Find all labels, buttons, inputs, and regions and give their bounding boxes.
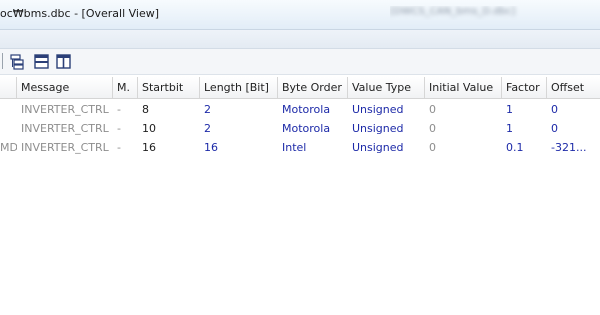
signal-name [0,119,17,138]
initial-value-cell: 0 [429,103,436,116]
startbit-cell: 16 [142,141,156,154]
col-value-type[interactable]: Value Type [348,77,425,98]
multiplexer-cell: - [117,122,121,135]
message-cell: INVERTER_CTRL [21,141,109,154]
length-cell: 2 [204,103,211,116]
window-title: oc₩bms.dbc - [Overall View] [0,7,160,20]
length-cell: 16 [204,141,218,154]
signal-name: MD [0,141,17,154]
offset-cell: -321... [551,141,587,154]
value-type-cell: Unsigned [352,141,404,154]
factor-cell: 1 [506,103,513,116]
horizontal-split-icon[interactable] [33,53,50,70]
byte-order-cell: Motorola [282,122,331,135]
offset-cell: 0 [551,122,558,135]
factor-cell: 1 [506,122,513,135]
col-message[interactable]: Message [17,77,113,98]
col-factor[interactable]: Factor [502,77,547,98]
col-multiplexer[interactable]: M. [113,77,138,98]
length-cell: 2 [204,122,211,135]
multiplexer-cell: - [117,103,121,116]
startbit-cell: 8 [142,103,149,116]
col-offset[interactable]: Offset [547,77,600,98]
byte-order-cell: Motorola [282,103,331,116]
table-row[interactable]: MD INVERTER_CTRL - 16 16 Intel Unsigned … [0,138,600,157]
col-startbit[interactable]: Startbit [138,77,200,98]
title-bar: oc₩bms.dbc - [Overall View] [DWCS_CAN_bm… [0,0,600,30]
col-length[interactable]: Length [Bit] [200,77,278,98]
blurred-title-text: [DWCS_CAN_bms_D.dbc] [390,6,516,17]
value-type-cell: Unsigned [352,122,404,135]
menu-strip [0,30,600,49]
startbit-cell: 10 [142,122,156,135]
message-cell: INVERTER_CTRL [21,122,109,135]
table-header: Message M. Startbit Length [Bit] Byte Or… [0,77,600,99]
col-byte-order[interactable]: Byte Order [278,77,348,98]
table-row[interactable]: INVERTER_CTRL - 8 2 Motorola Unsigned 0 … [0,100,600,119]
message-cell: INVERTER_CTRL [21,103,109,116]
signal-name [0,100,17,119]
toolbar [0,49,600,75]
initial-value-cell: 0 [429,141,436,154]
col-name[interactable] [0,77,17,98]
multiplexer-cell: - [117,141,121,154]
offset-cell: 0 [551,103,558,116]
initial-value-cell: 0 [429,122,436,135]
vertical-split-icon[interactable] [55,53,72,70]
blurred-title: [DWCS_CAN_bms_D.dbc] [390,6,530,20]
tree-view-icon[interactable] [9,53,26,70]
table-row[interactable]: INVERTER_CTRL - 10 2 Motorola Unsigned 0… [0,119,600,138]
col-initial-value[interactable]: Initial Value [425,77,502,98]
factor-cell: 0.1 [506,141,524,154]
value-type-cell: Unsigned [352,103,404,116]
toolbar-separator [2,53,3,69]
byte-order-cell: Intel [282,141,307,154]
